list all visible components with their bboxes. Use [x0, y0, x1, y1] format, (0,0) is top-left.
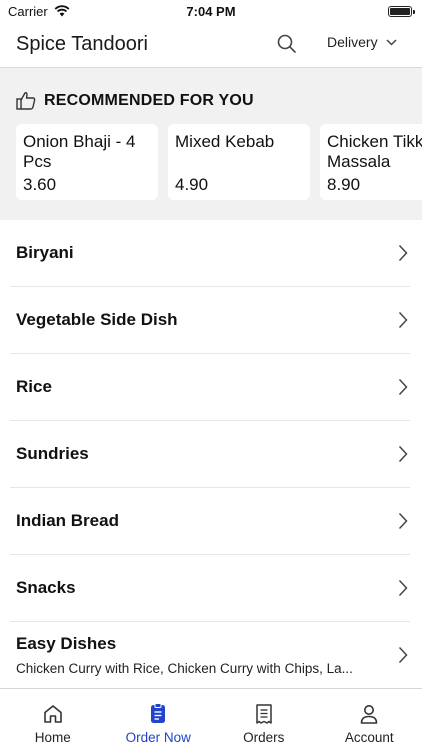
category-label: Biryani	[16, 243, 74, 262]
app-header: Spice Tandoori Delivery	[0, 22, 422, 68]
tab-label: Order Now	[125, 730, 191, 745]
recommended-item-name: Mixed Kebab	[175, 132, 275, 151]
category-label: Rice	[16, 377, 52, 396]
order-icon	[151, 703, 166, 723]
tab-label: Home	[34, 730, 71, 745]
home-icon	[43, 705, 62, 723]
category-label: Vegetable Side Dish	[16, 310, 178, 329]
recommended-carousel[interactable]: Onion Bhaji - 4 Pcs 3.60 Mixed Kebab 4.9…	[16, 124, 422, 200]
category-row-rice[interactable]: Rice	[10, 354, 410, 421]
status-left: Carrier	[8, 4, 70, 19]
recommended-item-name: Onion Bhaji - 4 Pcs	[23, 132, 136, 171]
category-subtitle: Chicken Curry with Rice, Chicken Curry w…	[16, 661, 353, 676]
tab-label: Orders	[243, 730, 285, 745]
page-title: Spice Tandoori	[16, 33, 148, 55]
delivery-mode-label: Delivery	[327, 34, 378, 50]
status-bar: Carrier 7:04 PM	[0, 0, 422, 22]
account-icon	[360, 705, 378, 724]
chevron-right-icon	[398, 579, 408, 597]
receipt-icon	[256, 704, 272, 724]
chevron-right-icon	[398, 378, 408, 396]
thumbs-up-icon	[16, 92, 36, 110]
tab-account[interactable]: Account	[317, 689, 422, 750]
recommended-section: RECOMMENDED FOR YOU Onion Bhaji - 4 Pcs …	[0, 68, 422, 220]
recommended-card[interactable]: Chicken Tikka Massala 8.90	[320, 124, 422, 200]
recommended-title: RECOMMENDED FOR YOU	[44, 91, 254, 109]
category-label: Indian Bread	[16, 511, 119, 530]
battery-icon	[388, 5, 415, 17]
category-label: Snacks	[16, 578, 76, 597]
tab-home[interactable]: Home	[0, 689, 106, 750]
category-row-indian-bread[interactable]: Indian Bread	[10, 488, 410, 555]
category-row-vegetable-side-dish[interactable]: Vegetable Side Dish	[10, 287, 410, 354]
category-row-easy-dishes[interactable]: Easy Dishes Chicken Curry with Rice, Chi…	[10, 622, 410, 689]
recommended-header: RECOMMENDED FOR YOU	[16, 91, 254, 110]
recommended-card[interactable]: Mixed Kebab 4.90	[168, 124, 310, 200]
recommended-item-price: 8.90	[327, 175, 361, 194]
chevron-right-icon	[398, 445, 408, 463]
search-icon[interactable]	[276, 33, 298, 55]
bottom-tab-bar: Home Order Now Orders Account	[0, 688, 422, 750]
chevron-down-icon	[386, 38, 397, 46]
category-label: Easy Dishes	[16, 634, 117, 653]
chevron-right-icon	[398, 512, 408, 530]
category-row-sundries[interactable]: Sundries	[10, 421, 410, 488]
tab-order-now[interactable]: Order Now	[106, 689, 212, 750]
delivery-mode-select[interactable]: Delivery	[327, 34, 397, 50]
wifi-icon	[54, 5, 70, 17]
chevron-right-icon	[398, 311, 408, 329]
tab-label: Account	[344, 730, 394, 745]
category-row-snacks[interactable]: Snacks	[10, 555, 410, 622]
chevron-right-icon	[398, 244, 408, 262]
tab-orders[interactable]: Orders	[211, 689, 317, 750]
category-row-biryani[interactable]: Biryani	[10, 220, 410, 287]
recommended-item-price: 4.90	[175, 175, 209, 194]
recommended-item-price: 3.60	[23, 175, 57, 194]
category-list: Biryani Vegetable Side Dish Rice Sundrie…	[0, 220, 422, 689]
category-label: Sundries	[16, 444, 89, 463]
recommended-item-name: Chicken Tikka Massala	[327, 132, 422, 171]
carrier-label: Carrier	[8, 3, 48, 19]
chevron-right-icon	[398, 646, 408, 664]
recommended-card[interactable]: Onion Bhaji - 4 Pcs 3.60	[16, 124, 158, 200]
